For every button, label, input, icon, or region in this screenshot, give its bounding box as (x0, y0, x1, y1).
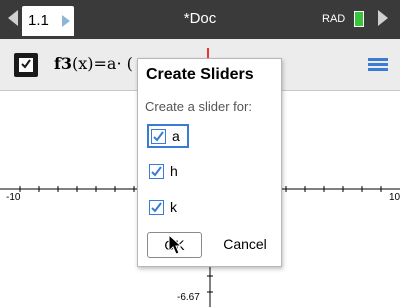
x-axis-max-label: 10 (389, 192, 400, 203)
x-axis-min-label: -10 (6, 192, 21, 203)
y-axis-min-label: -6.67 (177, 292, 200, 303)
function-formula[interactable]: f3(x)=a· ( (54, 54, 133, 73)
checkmark-icon (21, 59, 31, 69)
dialog-title: Create Sliders (146, 66, 254, 83)
slider-a-label: a (172, 128, 180, 144)
checkbox-background (19, 58, 33, 72)
mouse-pointer-icon (168, 234, 183, 255)
angle-mode-indicator: RAD (322, 13, 346, 25)
menu-icon[interactable] (368, 58, 388, 72)
cancel-button[interactable]: Cancel (214, 232, 276, 258)
dialog-prompt: Create a slider for: (145, 99, 252, 114)
slider-option-k[interactable]: k (147, 197, 207, 221)
create-sliders-dialog: Create Sliders Create a slider for: a h … (137, 58, 282, 267)
slider-a-checkbox[interactable] (151, 129, 166, 144)
checkmark-icon (153, 131, 164, 142)
slider-h-checkbox[interactable] (149, 164, 164, 179)
checkmark-icon (151, 166, 162, 177)
checkmark-icon (151, 202, 162, 213)
function-name: f3 (54, 54, 73, 73)
top-bar: 1.1 *Doc RAD (0, 0, 400, 39)
slider-h-label: h (170, 163, 178, 179)
next-arrow-icon[interactable] (378, 10, 388, 26)
function-visibility-checkbox[interactable] (14, 53, 38, 77)
slider-k-label: k (170, 199, 177, 215)
cancel-button-label: Cancel (223, 236, 267, 252)
slider-k-checkbox[interactable] (149, 200, 164, 215)
function-body: (x)=a· ( (72, 54, 133, 73)
battery-icon (354, 11, 364, 27)
slider-option-h[interactable]: h (147, 161, 207, 185)
slider-option-a[interactable]: a (147, 124, 189, 148)
